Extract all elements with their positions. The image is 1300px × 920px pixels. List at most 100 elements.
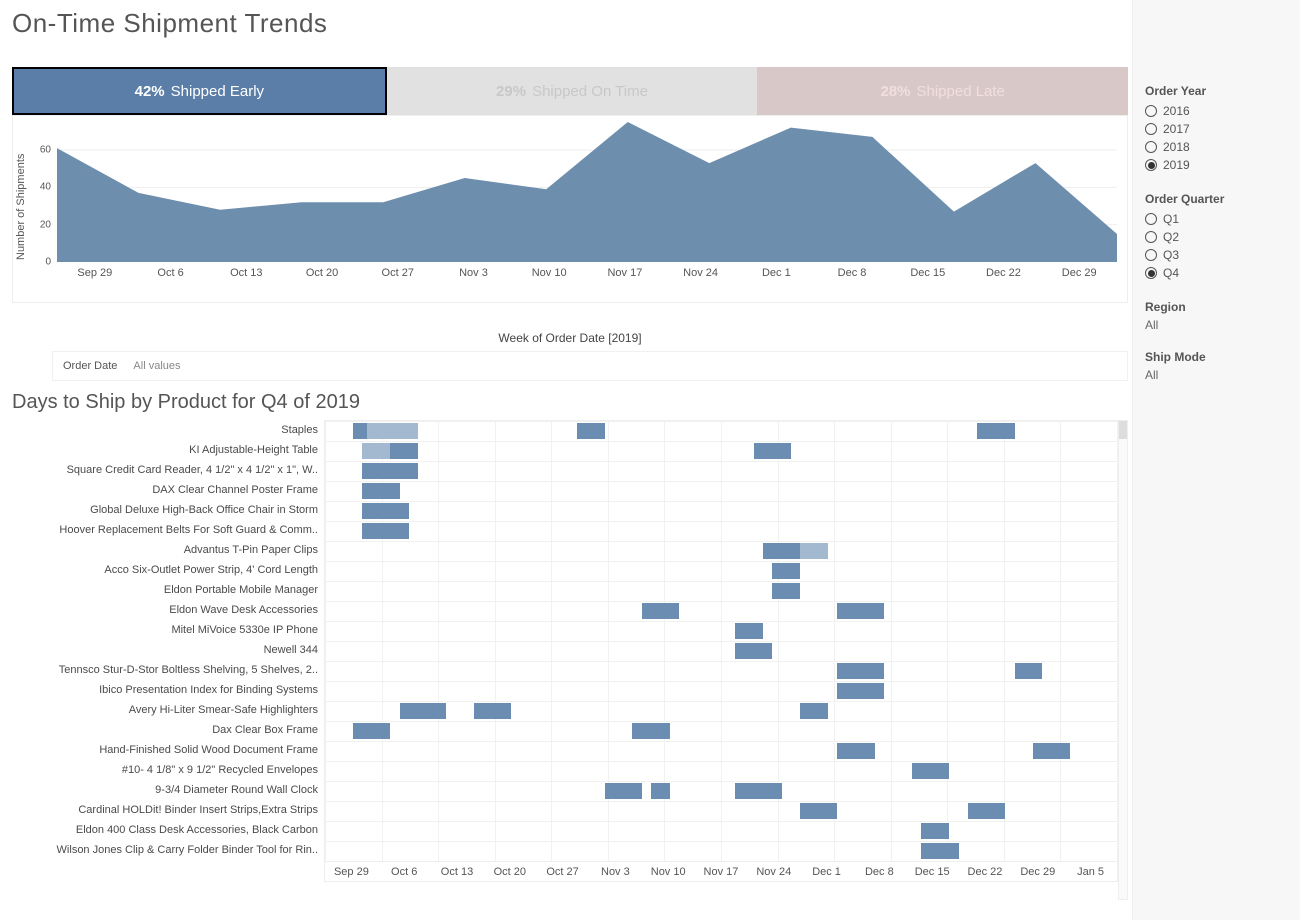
area-x-tick: Nov 17 [587,267,663,279]
kpi-early-pct: 42% [135,83,165,100]
gantt-row-label: #10- 4 1/8" x 9 1/2" Recycled Envelopes [12,760,324,780]
gantt-x-tick: Nov 10 [642,862,695,881]
gantt-bar[interactable] [632,723,669,739]
kpi-early-label: Shipped Early [171,83,264,100]
gantt-row-label: Dax Clear Box Frame [12,720,324,740]
gantt-bar[interactable] [362,483,399,499]
radio-quarter-q3[interactable]: Q3 [1145,246,1288,264]
gantt-row-label: Cardinal HOLDit! Binder Insert Strips,Ex… [12,800,324,820]
gantt-bar[interactable] [367,423,418,439]
gantt-x-tick: Sep 29 [325,862,378,881]
gantt-row-label: Mitel MiVoice 5330e IP Phone [12,620,324,640]
gantt-bar[interactable] [605,783,642,799]
gantt-bar[interactable] [772,563,800,579]
kpi-late-label: Shipped Late [916,83,1004,100]
gantt-bar[interactable] [800,543,828,559]
radio-year-2018[interactable]: 2018 [1145,138,1288,156]
gantt-x-tick: Dec 15 [906,862,959,881]
gantt-row-label: Hand-Finished Solid Wood Document Frame [12,740,324,760]
gantt-bar[interactable] [800,703,828,719]
radio-year-label: 2017 [1163,122,1190,136]
area-x-tick: Oct 13 [208,267,284,279]
radio-icon [1145,213,1157,225]
gantt-bar[interactable] [577,423,605,439]
area-chart: Number of Shipments 0204060 Sep 29Oct 6O… [12,115,1128,303]
gantt-bar[interactable] [642,603,679,619]
gantt-x-tick: Nov 3 [589,862,642,881]
gantt-bar[interactable] [977,423,1014,439]
gantt-bar[interactable] [1015,663,1043,679]
gantt-bar[interactable] [353,723,390,739]
gantt-bar[interactable] [772,583,800,599]
area-x-tick: Dec 15 [890,267,966,279]
area-x-tick: Sep 29 [57,267,133,279]
gantt-bar[interactable] [921,823,949,839]
gantt-bar[interactable] [754,443,791,459]
gantt-bar[interactable] [474,703,511,719]
gantt-x-tick: Oct 13 [431,862,484,881]
gantt-bar[interactable] [1033,743,1070,759]
area-x-tick: Nov 10 [511,267,587,279]
area-x-tick: Oct 6 [133,267,209,279]
area-x-tick: Dec 1 [738,267,814,279]
kpi-tabs: 42% Shipped Early 29% Shipped On Time 28… [12,67,1128,115]
gantt-row-label: Advantus T-Pin Paper Clips [12,540,324,560]
gantt-bar[interactable] [735,623,763,639]
gantt-bar[interactable] [400,703,447,719]
gantt-bar[interactable] [735,783,782,799]
gantt-bar[interactable] [651,783,670,799]
kpi-shipped-ontime[interactable]: 29% Shipped On Time [387,67,758,115]
kpi-ontime-label: Shipped On Time [532,83,648,100]
page-title: On-Time Shipment Trends [12,8,1128,39]
gantt-x-tick: Dec 22 [959,862,1012,881]
gantt-bar[interactable] [921,843,958,859]
filter-region-value: All [1145,318,1288,332]
gantt-bar[interactable] [362,463,418,479]
gantt-bar[interactable] [362,503,409,519]
radio-quarter-q1[interactable]: Q1 [1145,210,1288,228]
kpi-ontime-pct: 29% [496,83,526,100]
gantt-bar[interactable] [763,543,800,559]
radio-icon [1145,123,1157,135]
gantt-bar[interactable] [362,523,409,539]
gantt-row-label: KI Adjustable-Height Table [12,440,324,460]
gantt-bar[interactable] [735,643,772,659]
gantt-bar[interactable] [362,443,390,459]
area-x-tick: Nov 24 [663,267,739,279]
radio-year-2019[interactable]: 2019 [1145,156,1288,174]
radio-quarter-q4[interactable]: Q4 [1145,264,1288,282]
gantt-bar[interactable] [837,603,884,619]
gantt-bar[interactable] [390,443,418,459]
area-x-tick: Dec 8 [814,267,890,279]
gantt-bar[interactable] [968,803,1005,819]
gantt-bar[interactable] [912,763,949,779]
area-y-tick: 40 [40,182,51,193]
filter-region[interactable]: Region All [1145,300,1288,332]
gantt-bar[interactable] [837,743,874,759]
filter-panel: Order Year 2016201720182019 Order Quarte… [1132,0,1300,920]
gantt-scrollbar[interactable] [1118,420,1128,900]
gantt-x-tick: Oct 27 [536,862,589,881]
gantt-row-label: 9-3/4 Diameter Round Wall Clock [12,780,324,800]
filter-shipmode[interactable]: Ship Mode All [1145,350,1288,382]
radio-year-2017[interactable]: 2017 [1145,120,1288,138]
area-x-tick: Oct 20 [284,267,360,279]
order-date-filter[interactable]: Order Date All values [52,351,1128,381]
gantt-title: Days to Ship by Product for Q4 of 2019 [12,391,1128,414]
gantt-bar[interactable] [800,803,837,819]
gantt-row-label: Staples [12,420,324,440]
radio-year-2016[interactable]: 2016 [1145,102,1288,120]
kpi-shipped-early[interactable]: 42% Shipped Early [12,67,387,115]
area-x-tick: Dec 22 [966,267,1042,279]
gantt-row-label: Hoover Replacement Belts For Soft Guard … [12,520,324,540]
gantt-bar[interactable] [837,683,884,699]
gantt-row-label: Newell 344 [12,640,324,660]
gantt-bar[interactable] [837,663,884,679]
gantt-row-label: Global Deluxe High-Back Office Chair in … [12,500,324,520]
area-x-tick: Nov 3 [436,267,512,279]
gantt-x-tick: Oct 20 [483,862,536,881]
kpi-shipped-late[interactable]: 28% Shipped Late [757,67,1128,115]
gantt-row-label: Ibico Presentation Index for Binding Sys… [12,680,324,700]
radio-quarter-q2[interactable]: Q2 [1145,228,1288,246]
radio-icon [1145,105,1157,117]
